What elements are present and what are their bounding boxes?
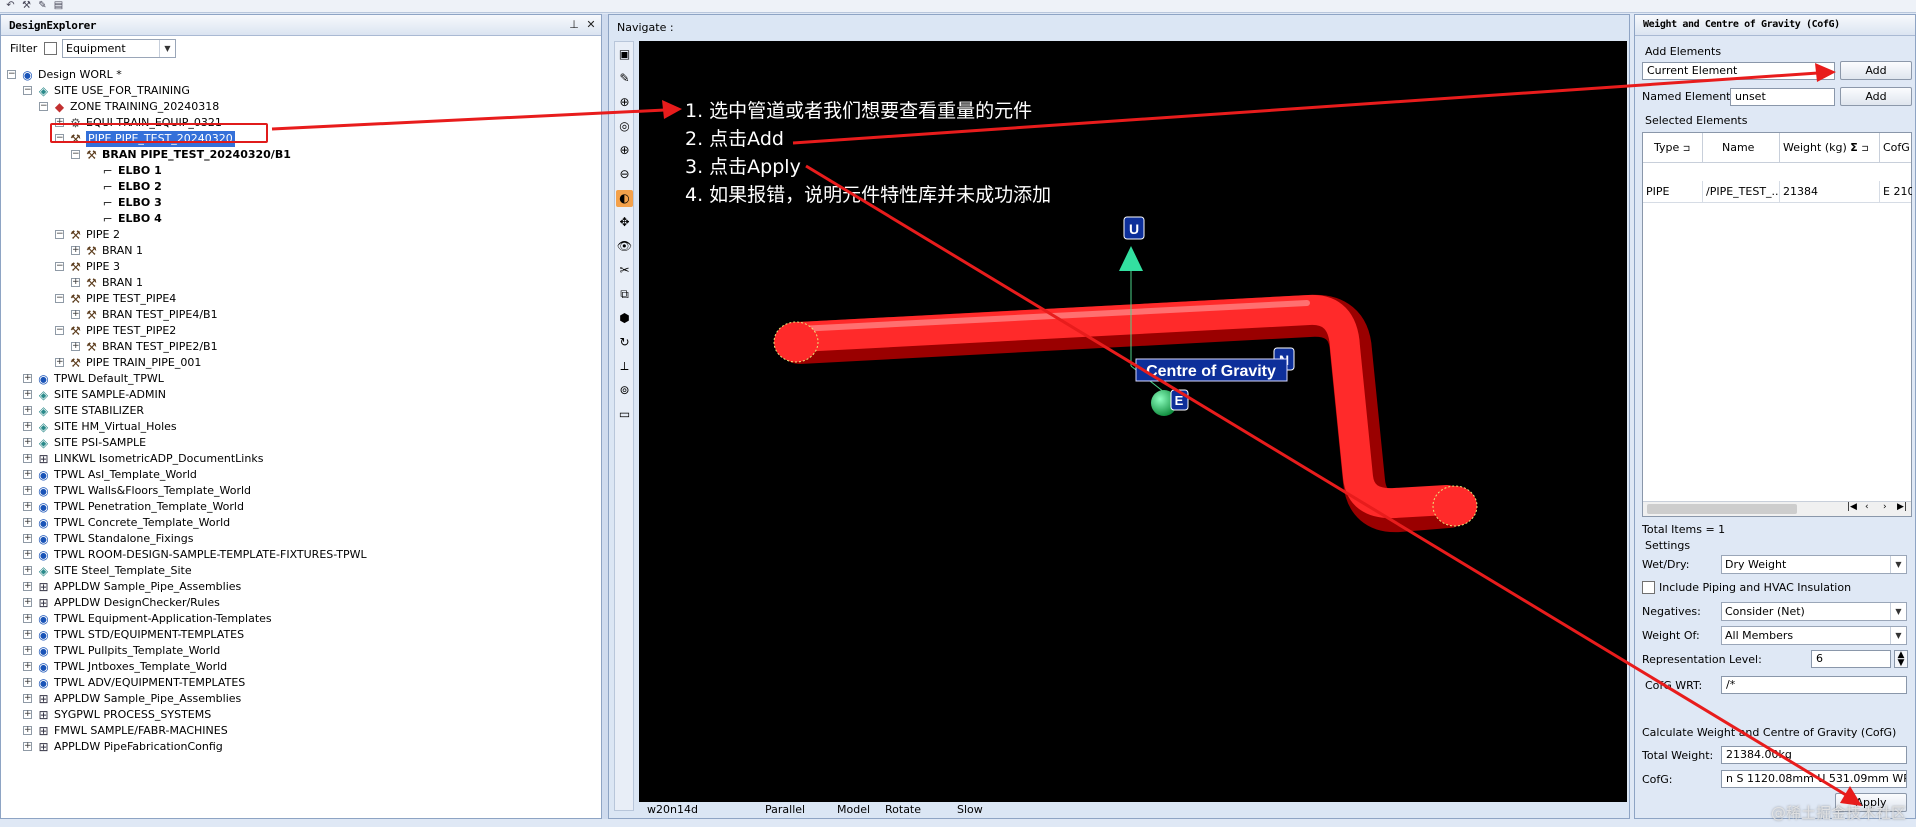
guide-arrows — [271, 63, 1862, 806]
arrow-to-apply — [805, 164, 1847, 797]
arrow-to-annotation — [271, 108, 666, 131]
arrow-to-add — [792, 71, 1819, 145]
arrow-head-1 — [662, 100, 682, 119]
app-window: ↶ ⚒ ✎ ▤ DesignExplorer ⊥ ✕ Filter Equipm… — [0, 0, 1916, 827]
watermark: @稀土掘金技术社区 — [1770, 804, 1906, 822]
arrow-head-2 — [1815, 63, 1836, 82]
